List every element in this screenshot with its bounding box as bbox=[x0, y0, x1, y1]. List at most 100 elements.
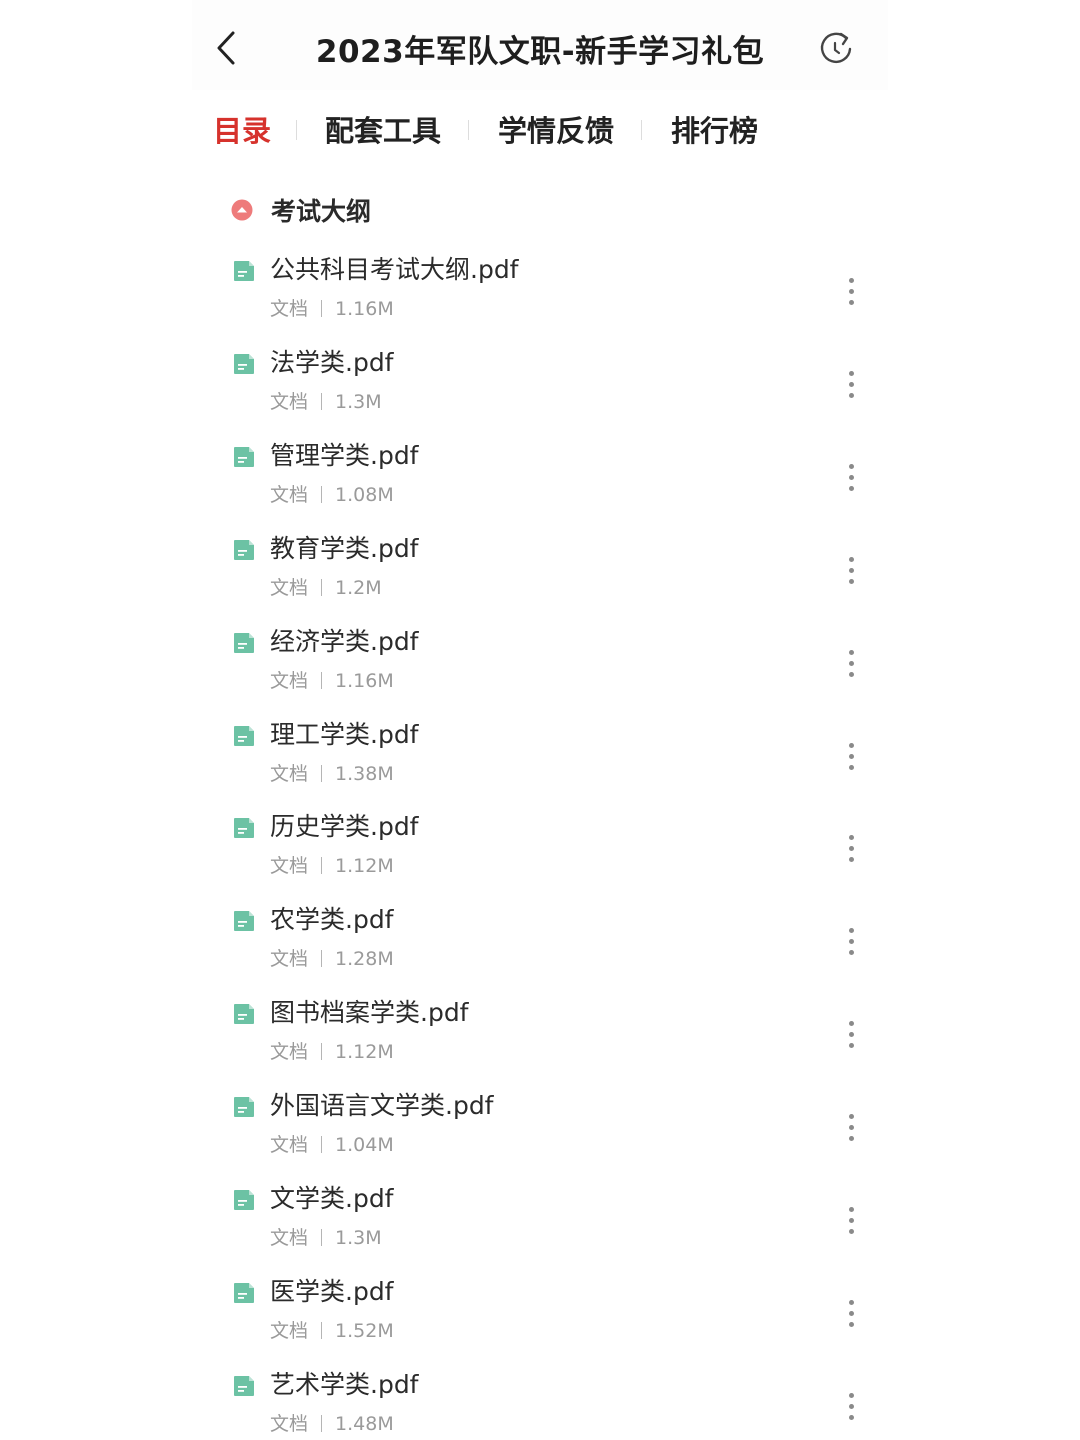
document-icon bbox=[234, 261, 254, 281]
more-dot bbox=[849, 1114, 854, 1119]
document-icon bbox=[234, 1097, 254, 1117]
file-name: 法学类.pdf bbox=[270, 348, 394, 377]
more-dot bbox=[849, 857, 854, 862]
file-item[interactable]: 艺术学类.pdf 文档 1.48M bbox=[228, 1369, 868, 1440]
page-title: 2023年军队文职-新手学习礼包 bbox=[315, 34, 765, 70]
tab-tools[interactable]: 配套工具 bbox=[325, 108, 441, 150]
more-options-button[interactable] bbox=[838, 1203, 866, 1239]
meta-divider bbox=[321, 857, 323, 874]
more-options-button[interactable] bbox=[838, 1017, 866, 1053]
back-button[interactable] bbox=[208, 28, 248, 68]
file-name: 管理学类.pdf bbox=[270, 441, 419, 470]
document-icon bbox=[234, 1190, 254, 1210]
more-options-button[interactable] bbox=[838, 460, 866, 496]
meta-divider bbox=[321, 1322, 323, 1339]
file-type: 文档 bbox=[270, 1227, 309, 1249]
file-meta: 文档 1.38M bbox=[270, 759, 394, 786]
more-dot bbox=[849, 1032, 854, 1037]
meta-divider bbox=[321, 486, 323, 503]
more-dot bbox=[849, 743, 854, 748]
more-dot bbox=[849, 1393, 854, 1398]
refresh-button[interactable] bbox=[816, 29, 856, 69]
file-size: 1.16M bbox=[335, 298, 394, 320]
file-meta: 文档 1.04M bbox=[270, 1130, 394, 1157]
file-meta: 文档 1.16M bbox=[270, 666, 394, 693]
more-options-button[interactable] bbox=[838, 1110, 866, 1146]
file-type: 文档 bbox=[270, 670, 309, 692]
tab-catalog[interactable]: 目录 bbox=[213, 108, 271, 150]
more-dot bbox=[849, 382, 854, 387]
chevron-left-icon bbox=[217, 31, 235, 65]
file-size: 1.38M bbox=[335, 763, 394, 785]
meta-divider bbox=[321, 1043, 323, 1060]
more-dot bbox=[849, 1136, 854, 1141]
meta-divider bbox=[321, 393, 323, 410]
more-dot bbox=[849, 1404, 854, 1409]
more-options-button[interactable] bbox=[838, 553, 866, 589]
more-dot bbox=[849, 939, 854, 944]
file-size: 1.08M bbox=[335, 484, 394, 506]
meta-divider bbox=[321, 765, 323, 782]
file-size: 1.3M bbox=[335, 1227, 382, 1249]
document-icon bbox=[234, 354, 254, 374]
file-type: 文档 bbox=[270, 763, 309, 785]
more-dot bbox=[849, 1125, 854, 1130]
tab-divider bbox=[641, 120, 642, 140]
file-item[interactable]: 管理学类.pdf 文档 1.08M bbox=[228, 440, 868, 528]
file-meta: 文档 1.52M bbox=[270, 1316, 394, 1343]
file-item[interactable]: 法学类.pdf 文档 1.3M bbox=[228, 347, 868, 435]
file-meta: 文档 1.2M bbox=[270, 573, 382, 600]
file-type: 文档 bbox=[270, 484, 309, 506]
file-item[interactable]: 外国语言文学类.pdf 文档 1.04M bbox=[228, 1090, 868, 1178]
tab-bar: 目录 配套工具 学情反馈 排行榜 bbox=[0, 108, 1080, 152]
tab-divider bbox=[296, 120, 297, 140]
file-size: 1.2M bbox=[335, 577, 382, 599]
file-name: 历史学类.pdf bbox=[270, 812, 419, 841]
more-dot bbox=[849, 579, 854, 584]
more-options-button[interactable] bbox=[838, 646, 866, 682]
file-item[interactable]: 经济学类.pdf 文档 1.16M bbox=[228, 626, 868, 714]
file-size: 1.12M bbox=[335, 855, 394, 877]
tab-ranking[interactable]: 排行榜 bbox=[671, 108, 758, 150]
document-icon bbox=[234, 447, 254, 467]
more-options-button[interactable] bbox=[838, 831, 866, 867]
file-size: 1.3M bbox=[335, 391, 382, 413]
more-options-button[interactable] bbox=[838, 739, 866, 775]
file-meta: 文档 1.16M bbox=[270, 294, 394, 321]
meta-divider bbox=[321, 672, 323, 689]
file-name: 农学类.pdf bbox=[270, 905, 394, 934]
file-item[interactable]: 理工学类.pdf 文档 1.38M bbox=[228, 719, 868, 807]
more-options-button[interactable] bbox=[838, 924, 866, 960]
more-options-button[interactable] bbox=[838, 367, 866, 403]
file-type: 文档 bbox=[270, 298, 309, 320]
file-meta: 文档 1.3M bbox=[270, 387, 382, 414]
document-icon bbox=[234, 1283, 254, 1303]
more-dot bbox=[849, 568, 854, 573]
tab-feedback[interactable]: 学情反馈 bbox=[498, 108, 614, 150]
meta-divider bbox=[321, 1136, 323, 1153]
more-options-button[interactable] bbox=[838, 1389, 866, 1425]
file-item[interactable]: 图书档案学类.pdf 文档 1.12M bbox=[228, 997, 868, 1085]
more-options-button[interactable] bbox=[838, 274, 866, 310]
file-item[interactable]: 文学类.pdf 文档 1.3M bbox=[228, 1183, 868, 1271]
more-dot bbox=[849, 1229, 854, 1234]
more-dot bbox=[849, 650, 854, 655]
file-type: 文档 bbox=[270, 1134, 309, 1156]
file-item[interactable]: 农学类.pdf 文档 1.28M bbox=[228, 904, 868, 992]
more-dot bbox=[849, 1415, 854, 1420]
file-name: 图书档案学类.pdf bbox=[270, 998, 469, 1027]
document-icon bbox=[234, 911, 254, 931]
refresh-icon bbox=[820, 32, 852, 64]
more-dot bbox=[849, 486, 854, 491]
more-dot bbox=[849, 1322, 854, 1327]
collapse-up-icon bbox=[231, 199, 253, 221]
file-item[interactable]: 教育学类.pdf 文档 1.2M bbox=[228, 533, 868, 621]
more-dot bbox=[849, 672, 854, 677]
more-options-button[interactable] bbox=[838, 1296, 866, 1332]
file-item[interactable]: 医学类.pdf 文档 1.52M bbox=[228, 1276, 868, 1364]
more-dot bbox=[849, 950, 854, 955]
file-item[interactable]: 历史学类.pdf 文档 1.12M bbox=[228, 811, 868, 899]
file-meta: 文档 1.3M bbox=[270, 1223, 382, 1250]
tab-divider bbox=[468, 120, 469, 140]
file-item[interactable]: 公共科目考试大纲.pdf 文档 1.16M bbox=[228, 254, 868, 342]
